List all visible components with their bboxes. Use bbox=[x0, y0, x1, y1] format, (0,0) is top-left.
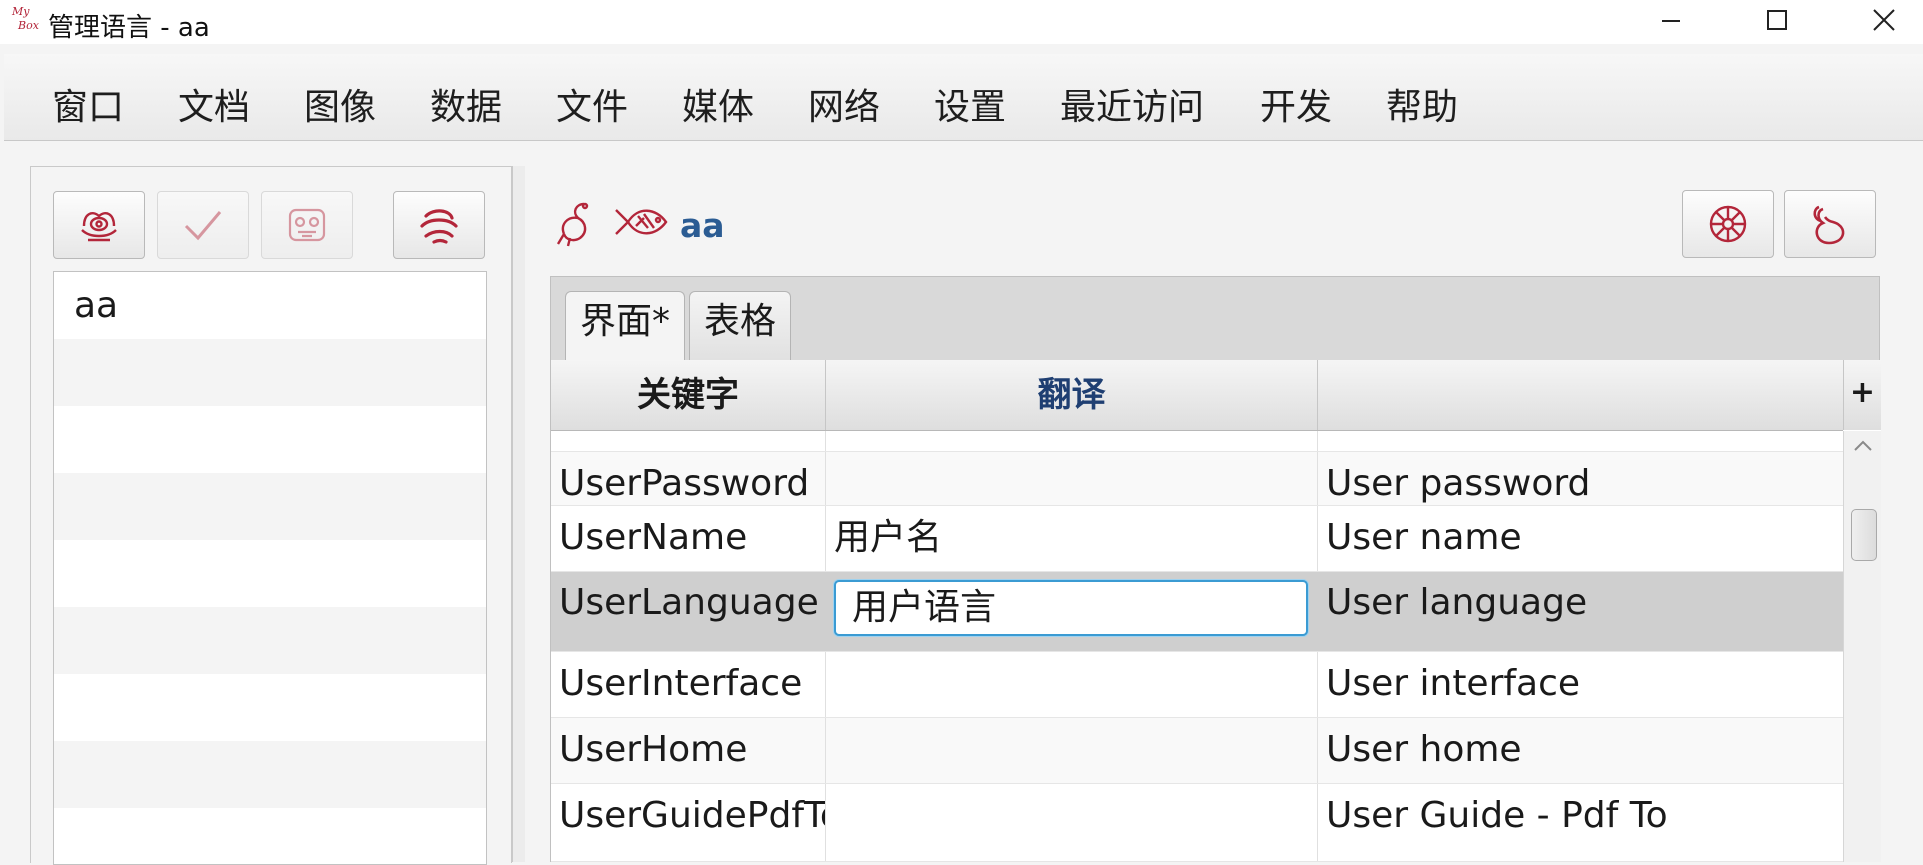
vertical-scrollbar[interactable] bbox=[1843, 431, 1881, 862]
close-button[interactable] bbox=[1852, 0, 1912, 44]
list-item-empty bbox=[54, 339, 486, 406]
cell-key: UserGuidePdfTo... bbox=[551, 784, 826, 861]
copy-button[interactable] bbox=[1682, 190, 1774, 258]
table-row[interactable]: UserHome User home bbox=[551, 718, 1843, 784]
minimize-icon bbox=[1662, 20, 1680, 22]
minimize-button[interactable] bbox=[1640, 0, 1700, 44]
check-icon bbox=[184, 211, 222, 241]
add-column-button[interactable]: + bbox=[1843, 360, 1881, 430]
menu-network[interactable]: 网络 bbox=[808, 78, 880, 130]
chevron-up-icon[interactable] bbox=[1852, 437, 1874, 455]
tab-bar: 界面* 表格 bbox=[550, 276, 1880, 363]
title-bar: My Box 管理语言 - aa bbox=[0, 0, 1923, 44]
languages-panel: aa bbox=[30, 166, 512, 865]
scrollbar-thumb[interactable] bbox=[1851, 509, 1877, 561]
cell-translation[interactable] bbox=[826, 431, 1318, 451]
list-item-empty bbox=[54, 808, 486, 864]
cell-key: UserPathFail bbox=[551, 431, 826, 451]
cell-translation[interactable] bbox=[826, 784, 1318, 861]
cell-english: User interface bbox=[1326, 663, 1581, 704]
menu-data[interactable]: 数据 bbox=[430, 78, 502, 130]
cell-translation[interactable] bbox=[826, 718, 1318, 783]
fish-icon bbox=[615, 209, 668, 235]
cell-key: UserInterface bbox=[551, 652, 826, 717]
list-item-empty bbox=[54, 741, 486, 808]
maximize-icon bbox=[1767, 10, 1787, 30]
table-row[interactable]: UserGuidePdfTo... User Guide - Pdf To bbox=[551, 784, 1843, 862]
refresh-button[interactable] bbox=[393, 191, 485, 259]
cell-translation[interactable] bbox=[826, 652, 1318, 717]
translation-table: 关键字 翻译 + UserPathFail Can not find or ma… bbox=[550, 360, 1881, 862]
language-editor-panel: aa 界面* 表格 关键字 翻译 + UserPassword User pas… bbox=[526, 166, 1923, 862]
menu-bar: 窗口 文档 图像 数据 文件 媒体 网络 设置 最近访问 开发 帮助 bbox=[4, 54, 1923, 141]
column-header-translation[interactable]: 翻译 bbox=[826, 360, 1318, 430]
maximize-button[interactable] bbox=[1745, 0, 1805, 44]
cloud-swirl-icon bbox=[420, 209, 458, 244]
table-body: UserPathFail Can not find or make UserPa… bbox=[551, 431, 1843, 862]
menu-develop[interactable]: 开发 bbox=[1260, 78, 1332, 130]
cell-key: UserLanguage bbox=[559, 582, 819, 623]
table-row[interactable]: UserPathFail Can not find or make bbox=[551, 431, 1843, 452]
open-folder-button[interactable] bbox=[1784, 190, 1876, 258]
menu-settings[interactable]: 设置 bbox=[934, 78, 1006, 130]
language-name: aa bbox=[680, 206, 725, 245]
list-item-empty bbox=[54, 473, 486, 540]
peony-icon bbox=[81, 212, 117, 242]
language-list[interactable]: aa bbox=[53, 271, 487, 865]
cell-english: User name bbox=[1326, 517, 1522, 558]
menu-document[interactable]: 文档 bbox=[178, 78, 250, 130]
cell-key: UserPassword bbox=[551, 452, 826, 505]
cell-key: UserName bbox=[551, 506, 826, 571]
list-item[interactable]: aa bbox=[54, 272, 486, 339]
table-row[interactable]: UserName 用户名 User name bbox=[551, 506, 1843, 572]
app-logo-icon: My Box bbox=[12, 5, 39, 32]
cell-translation[interactable]: 用户名 bbox=[826, 506, 1318, 571]
column-header-english[interactable] bbox=[1318, 360, 1843, 430]
menu-media[interactable]: 媒体 bbox=[682, 78, 754, 130]
close-icon bbox=[1873, 9, 1895, 31]
window-title: 管理语言 - aa bbox=[48, 13, 210, 43]
table-header: 关键字 翻译 bbox=[551, 360, 1843, 431]
menu-window[interactable]: 窗口 bbox=[52, 78, 124, 130]
tab-interface[interactable]: 界面* bbox=[565, 291, 686, 363]
split-divider[interactable] bbox=[512, 166, 525, 862]
mask-icon bbox=[288, 208, 326, 242]
table-row[interactable]: UserPassword User password bbox=[551, 452, 1843, 506]
cell-translation-editing[interactable]: 用户语言 bbox=[826, 572, 1318, 651]
phoenix-icon bbox=[556, 202, 589, 247]
menu-recent[interactable]: 最近访问 bbox=[1060, 78, 1204, 130]
delete-button[interactable] bbox=[261, 191, 353, 259]
menu-file[interactable]: 文件 bbox=[556, 78, 628, 130]
menu-help[interactable]: 帮助 bbox=[1386, 78, 1458, 130]
lotus-icon bbox=[1709, 205, 1747, 243]
cell-english: User Guide - Pdf To bbox=[1326, 795, 1668, 836]
table-row[interactable]: UserInterface User interface bbox=[551, 652, 1843, 718]
list-item-empty bbox=[54, 406, 486, 473]
list-item-empty bbox=[54, 540, 486, 607]
cell-english: User password bbox=[1326, 463, 1591, 504]
cell-english: User home bbox=[1326, 729, 1522, 770]
cell-english: Can not find or make bbox=[1318, 431, 1843, 451]
gourd-icon bbox=[1813, 205, 1845, 245]
list-item-empty bbox=[54, 607, 486, 674]
cell-english: User language bbox=[1326, 582, 1588, 623]
column-header-key[interactable]: 关键字 bbox=[551, 360, 826, 430]
table-row-selected[interactable]: UserLanguage 用户语言 User language bbox=[551, 572, 1843, 652]
cell-key: UserHome bbox=[551, 718, 826, 783]
menu-image[interactable]: 图像 bbox=[304, 78, 376, 130]
add-language-button[interactable] bbox=[53, 191, 145, 259]
cell-translation[interactable] bbox=[826, 452, 1318, 505]
translation-edit-field[interactable]: 用户语言 bbox=[834, 580, 1308, 636]
ok-button[interactable] bbox=[157, 191, 249, 259]
tab-table[interactable]: 表格 bbox=[689, 291, 792, 363]
list-item-empty bbox=[54, 674, 486, 741]
